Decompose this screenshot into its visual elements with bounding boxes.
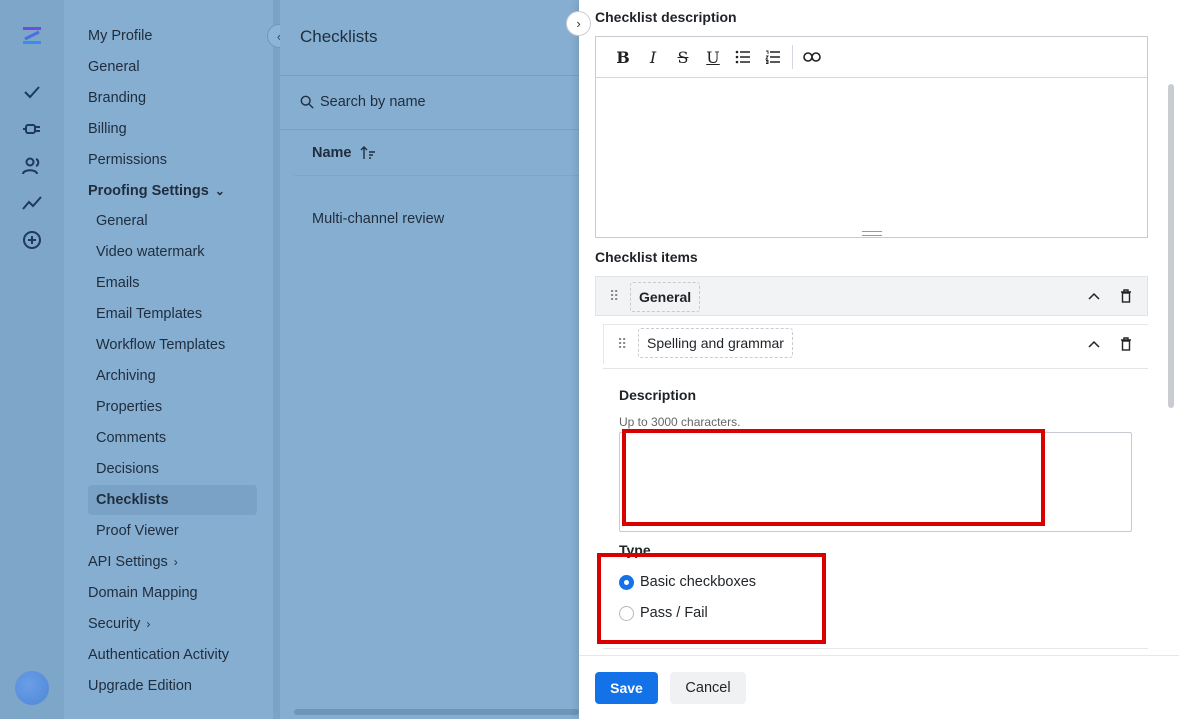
- link-icon[interactable]: [797, 43, 827, 71]
- radio-unselected[interactable]: [619, 605, 634, 621]
- chevron-right-icon: ›: [173, 555, 178, 570]
- sidebar-subitem-video-watermark[interactable]: Video watermark: [96, 244, 205, 260]
- settings-sidebar: My Profile General Branding Billing Perm…: [64, 0, 273, 719]
- trash-icon[interactable]: [1118, 336, 1134, 352]
- sidebar-subitem-checklists[interactable]: Checklists: [96, 492, 169, 508]
- divider: [294, 175, 579, 176]
- divider: [603, 368, 1148, 369]
- chevron-up-icon[interactable]: [1086, 289, 1102, 305]
- sidebar-item-api-settings[interactable]: API Settings ›: [88, 554, 178, 570]
- editor-toolbar: B I S U: [596, 37, 1147, 78]
- cancel-button[interactable]: Cancel: [670, 672, 746, 704]
- type-label: Type: [619, 542, 651, 558]
- sidebar-item-billing[interactable]: Billing: [88, 121, 127, 137]
- sidebar-item-label: Proofing Settings: [88, 183, 209, 199]
- sidebar-item-proofing-settings[interactable]: Proofing Settings ⌄: [88, 183, 225, 199]
- expand-drawer-button[interactable]: ›: [566, 11, 591, 36]
- sidebar-item-security[interactable]: Security ›: [88, 616, 150, 632]
- sidebar-subitem-proof-viewer[interactable]: Proof Viewer: [96, 523, 179, 539]
- checklists-panel: Checklists Search by name Name Multi-cha…: [280, 0, 579, 719]
- sidebar-item-branding[interactable]: Branding: [88, 90, 146, 106]
- radio-label: Pass / Fail: [640, 605, 708, 621]
- checklist-items-label: Checklist items: [595, 249, 698, 265]
- chevron-up-icon[interactable]: [1086, 337, 1102, 353]
- sidebar-subitem-general[interactable]: General: [96, 213, 148, 229]
- trash-icon[interactable]: [1118, 288, 1134, 304]
- sidebar-subitem-emails[interactable]: Emails: [96, 275, 140, 291]
- chevron-right-icon: ›: [576, 16, 581, 31]
- divider: [280, 75, 579, 76]
- plug-icon[interactable]: [20, 117, 44, 141]
- table-row[interactable]: Multi-channel review: [312, 211, 444, 227]
- group-name-field[interactable]: General: [630, 282, 701, 312]
- sidebar-item-general[interactable]: General: [88, 59, 140, 75]
- type-option-basic-checkboxes[interactable]: Basic checkboxes: [619, 574, 756, 590]
- save-button[interactable]: Save: [595, 672, 658, 704]
- sidebar-item-label: API Settings: [88, 554, 168, 570]
- sort-ascending-icon[interactable]: [360, 145, 376, 161]
- drawer-footer: Save Cancel: [579, 655, 1179, 719]
- sidebar-item-upgrade-edition[interactable]: Upgrade Edition: [88, 678, 192, 694]
- radio-label: Basic checkboxes: [640, 574, 757, 590]
- sidebar-subitem-decisions[interactable]: Decisions: [96, 461, 159, 477]
- description-hint: Up to 3000 characters.: [619, 415, 741, 429]
- sidebar-item-domain-mapping[interactable]: Domain Mapping: [88, 585, 198, 601]
- drag-handle-icon[interactable]: ⠿: [609, 288, 619, 305]
- italic-icon[interactable]: I: [638, 43, 668, 71]
- checklist-group-header: ⠿ General: [595, 276, 1148, 316]
- type-option-pass-fail[interactable]: Pass / Fail: [619, 605, 708, 621]
- add-circle-icon[interactable]: [20, 228, 44, 252]
- sidebar-item-label: Security: [88, 616, 141, 632]
- sidebar-item-permissions[interactable]: Permissions: [88, 152, 167, 168]
- divider: [280, 129, 579, 130]
- app-logo-icon[interactable]: [20, 24, 44, 48]
- bullet-list-icon[interactable]: [728, 43, 758, 71]
- app-rail: [0, 0, 64, 719]
- edit-checklist-drawer: Checklist description B I S U Checklist …: [579, 0, 1179, 719]
- page-title: Checklists: [300, 27, 378, 46]
- strikethrough-icon[interactable]: S: [668, 43, 698, 71]
- sidebar-subitem-properties[interactable]: Properties: [96, 399, 162, 415]
- drag-handle-icon[interactable]: ⠿: [617, 336, 627, 353]
- users-icon[interactable]: [20, 154, 44, 178]
- description-textarea[interactable]: [619, 432, 1132, 532]
- bold-icon[interactable]: B: [608, 43, 638, 71]
- chevron-right-icon: ›: [146, 617, 151, 632]
- vertical-scrollbar[interactable]: [1168, 84, 1174, 408]
- user-avatar[interactable]: [15, 671, 49, 705]
- search-input[interactable]: Search by name: [300, 94, 426, 110]
- search-icon: [300, 95, 314, 109]
- sidebar-item-authentication-activity[interactable]: Authentication Activity: [88, 647, 229, 663]
- toolbar-separator: [792, 45, 793, 69]
- search-placeholder: Search by name: [320, 94, 426, 110]
- sidebar-divider[interactable]: [273, 0, 280, 719]
- description-label: Description: [619, 387, 697, 403]
- checklist-description-label: Checklist description: [595, 9, 737, 25]
- horizontal-scrollbar[interactable]: [294, 709, 579, 715]
- activity-chart-icon[interactable]: [20, 191, 44, 215]
- sidebar-item-my-profile[interactable]: My Profile: [88, 28, 152, 44]
- column-header-label: Name: [312, 145, 352, 161]
- underline-icon[interactable]: U: [698, 43, 728, 71]
- sidebar-subitem-archiving[interactable]: Archiving: [96, 368, 156, 384]
- column-header-name[interactable]: Name: [312, 145, 376, 161]
- radio-selected[interactable]: [619, 574, 634, 590]
- item-name-field[interactable]: Spelling and grammar: [638, 328, 793, 358]
- sidebar-subitem-comments[interactable]: Comments: [96, 430, 166, 446]
- editor-resize-grip[interactable]: [862, 231, 882, 236]
- checklist-item-header: ⠿ Spelling and grammar: [603, 324, 1148, 364]
- numbered-list-icon[interactable]: [758, 43, 788, 71]
- checklist-description-editor[interactable]: B I S U: [595, 36, 1148, 238]
- sidebar-subitem-workflow-templates[interactable]: Workflow Templates: [96, 337, 225, 353]
- chevron-down-icon: ⌄: [214, 184, 225, 199]
- checkmark-icon[interactable]: [20, 80, 44, 104]
- sidebar-subitem-email-templates[interactable]: Email Templates: [96, 306, 202, 322]
